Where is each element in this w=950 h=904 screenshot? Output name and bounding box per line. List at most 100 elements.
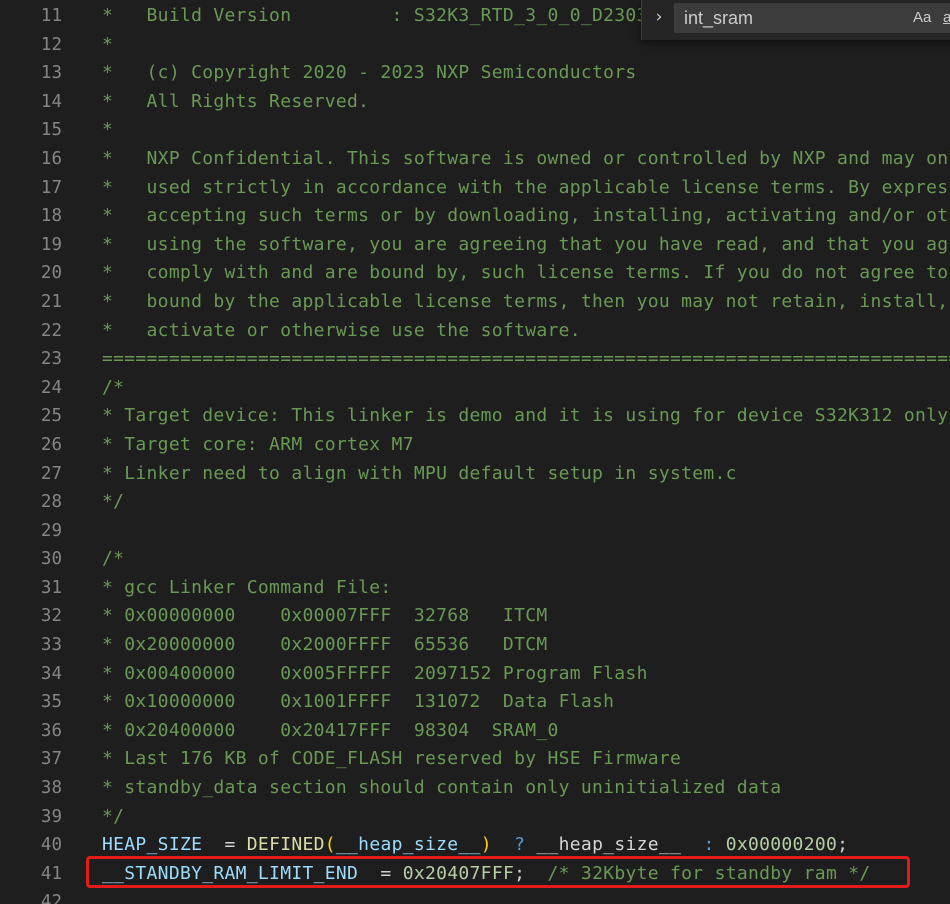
code-line[interactable]: 37 * Last 176 KB of CODE_FLASH reserved b… [0, 745, 950, 774]
code-token: * Target core: ARM cortex M7 [102, 433, 414, 455]
code-token: : [703, 834, 715, 856]
line-content: * standby_data section should contain on… [102, 774, 781, 803]
code-line[interactable]: 34 * 0x00400000 0x005FFFFF 2097152 Progra… [0, 660, 950, 689]
line-content: /* [102, 374, 124, 403]
code-line[interactable]: 23 ======================================… [0, 345, 950, 374]
code-lines[interactable]: 11 * Build Version : S32K3_RTD_3_0_0_D230… [0, 2, 950, 904]
code-line[interactable]: 16 * NXP Confidential. This software is o… [0, 145, 950, 174]
code-token: * standby_data section should contain on… [102, 777, 782, 799]
line-number: 42 [40, 892, 62, 904]
line-number: 20 [40, 263, 62, 284]
code-line[interactable]: 26 * Target core: ARM cortex M7 [0, 431, 950, 460]
line-number: 18 [40, 206, 62, 227]
code-token: */ [102, 491, 125, 513]
code-line[interactable]: 32 * 0x00000000 0x00007FFF 32768 ITCM [0, 602, 950, 631]
code-token: * gcc Linker Command File: [102, 576, 392, 598]
code-line[interactable]: 21 * bound by the applicable license term… [0, 288, 950, 317]
line-number: 37 [40, 749, 62, 770]
code-editor[interactable]: 11 * Build Version : S32K3_RTD_3_0_0_D230… [0, 0, 950, 904]
line-content: /* [102, 545, 124, 574]
line-number: 35 [40, 692, 62, 713]
find-input[interactable]: int_sram Aa ab [674, 3, 950, 33]
line-content: ========================================… [102, 345, 950, 374]
code-line[interactable]: 40 HEAP_SIZE = DEFINED(__heap_size__) ? _… [0, 831, 950, 860]
code-line[interactable]: 18 * accepting such terms or by downloadi… [0, 202, 950, 231]
match-whole-word-toggle[interactable]: ab [943, 4, 950, 32]
line-number: 13 [40, 63, 62, 84]
code-line[interactable]: 33 * 0x20000000 0x2000FFFF 65536 DTCM [0, 631, 950, 660]
code-token: * [102, 33, 114, 55]
chevron-right-icon[interactable]: › [648, 6, 670, 28]
code-line[interactable]: 27 * Linker need to align with MPU defaul… [0, 460, 950, 489]
code-line[interactable]: 14 * All Rights Reserved. [0, 88, 950, 117]
line-number: 12 [40, 34, 62, 55]
code-token: DEFINED [246, 834, 325, 856]
line-number: 22 [40, 320, 62, 341]
line-number: 36 [40, 720, 62, 741]
code-line[interactable]: 42 [0, 888, 950, 904]
code-line[interactable]: 17 * used strictly in accordance with the… [0, 174, 950, 203]
code-line[interactable]: 36 * 0x20400000 0x20417FFF 98304 SRAM_0 [0, 717, 950, 746]
line-content: __STANDBY_RAM_LIMIT_END = 0x20407FFF; /*… [102, 860, 871, 889]
code-token: /* 32Kbyte for standby ram */ [547, 862, 871, 884]
code-token: * Last 176 KB of CODE_FLASH reserved by … [102, 748, 682, 770]
code-token: ; [514, 862, 548, 884]
code-token: * 0x20400000 0x20417FFF 98304 SRAM_0 [102, 719, 559, 741]
code-line[interactable]: 22 * activate or otherwise use the softwa… [0, 317, 950, 346]
line-content: */ [102, 488, 124, 517]
line-content: * [102, 116, 113, 145]
code-line[interactable]: 24 /* [0, 374, 950, 403]
line-number: 34 [40, 663, 62, 684]
line-content: * 0x10000000 0x1001FFFF 131072 Data Flas… [102, 688, 614, 717]
code-token: ; [837, 834, 849, 856]
line-number: 28 [40, 492, 62, 513]
code-line[interactable]: 38 * standby_data section should contain … [0, 774, 950, 803]
code-token: 0x00000200 [714, 834, 838, 856]
line-number: 16 [40, 148, 62, 169]
line-number: 11 [40, 6, 62, 26]
line-content: * (c) Copyright 2020 - 2023 NXP Semicond… [102, 59, 637, 88]
code-token: * activate or otherwise use the software… [102, 319, 581, 341]
code-line[interactable]: 39 */ [0, 803, 950, 832]
code-line[interactable]: 29 [0, 517, 950, 546]
code-token: * Linker need to align with MPU default … [102, 462, 737, 484]
code-token: = [202, 834, 247, 856]
line-content: * gcc Linker Command File: [102, 574, 392, 603]
code-line[interactable]: 28 */ [0, 488, 950, 517]
line-number: 25 [40, 406, 62, 427]
code-token: ? [514, 834, 526, 856]
code-line[interactable]: 35 * 0x10000000 0x1001FFFF 131072 Data Fl… [0, 688, 950, 717]
code-line[interactable]: 25 * Target device: This linker is demo a… [0, 402, 950, 431]
code-token: HEAP_SIZE [102, 834, 203, 856]
line-number: 39 [40, 806, 62, 827]
find-query-text: int_sram [684, 8, 754, 28]
match-case-toggle[interactable]: Aa [913, 4, 931, 32]
line-number: 17 [40, 177, 62, 198]
code-token: * NXP Confidential. This software is own… [102, 147, 950, 169]
code-token: * 0x00400000 0x005FFFFF 2097152 Program … [102, 662, 648, 684]
code-token: __heap_size__ [335, 834, 481, 856]
line-content: HEAP_SIZE = DEFINED(__heap_size__) ? __h… [102, 831, 848, 860]
line-content: * Linker need to align with MPU default … [102, 460, 737, 489]
code-line[interactable]: 19 * using the software, you are agreeing… [0, 231, 950, 260]
line-content: */ [102, 803, 124, 832]
line-number: 27 [40, 463, 62, 484]
line-content: * 0x20000000 0x2000FFFF 65536 DTCM [102, 631, 547, 660]
line-number: 32 [40, 606, 62, 627]
code-line[interactable]: 30 /* [0, 545, 950, 574]
code-token: * [102, 119, 114, 141]
code-line[interactable]: 31 * gcc Linker Command File: [0, 574, 950, 603]
line-number: 30 [40, 549, 62, 570]
line-content: * 0x20400000 0x20417FFF 98304 SRAM_0 [102, 717, 559, 746]
line-content: * using the software, you are agreeing t… [102, 231, 950, 260]
code-line[interactable]: 13 * (c) Copyright 2020 - 2023 NXP Semico… [0, 59, 950, 88]
line-number: 31 [40, 577, 62, 598]
code-line[interactable]: 15 * [0, 116, 950, 145]
code-token: = [358, 862, 403, 884]
code-line[interactable]: 20 * comply with and are bound by, such l… [0, 259, 950, 288]
line-content: * Last 176 KB of CODE_FLASH reserved by … [102, 745, 681, 774]
code-token: * bound by the applicable license terms,… [102, 290, 949, 312]
code-token: * accepting such terms or by downloading… [102, 205, 950, 227]
code-line[interactable]: 41 __STANDBY_RAM_LIMIT_END = 0x20407FFF; … [0, 860, 950, 889]
